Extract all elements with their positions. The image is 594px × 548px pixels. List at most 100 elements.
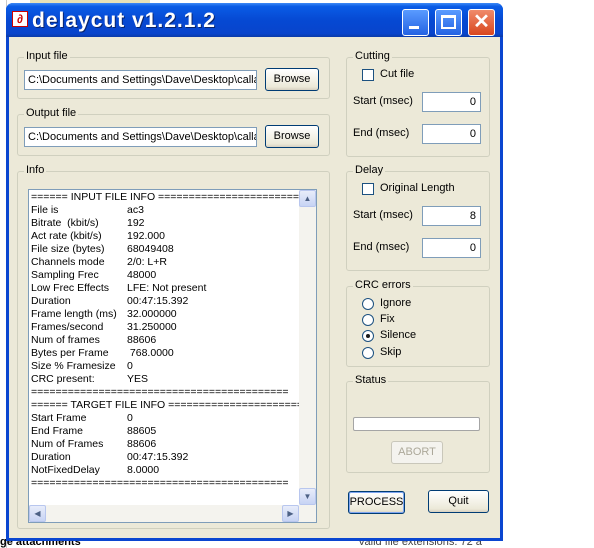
info-line-value: 00:47:15.392 xyxy=(127,295,189,307)
dialog-client-area: Input file C:\Documents and Settings\Dav… xyxy=(9,37,500,538)
info-lines: ====== INPUT FILE INFO =================… xyxy=(31,191,299,490)
abort-button[interactable]: ABORT xyxy=(391,441,443,464)
delay-start-input[interactable]: 8 xyxy=(422,206,481,226)
delay-end-label: End (msec) xyxy=(353,241,410,253)
info-line-value: YES xyxy=(127,373,149,385)
input-browse-button[interactable]: Browse xyxy=(265,68,319,91)
cutting-start-label: Start (msec) xyxy=(353,95,413,107)
cut-file-label: Cut file xyxy=(380,68,415,80)
info-line: Size % Framesize 0 xyxy=(31,360,299,373)
background-page xyxy=(504,0,594,548)
info-line-value: 192 xyxy=(127,217,145,229)
info-line-value: LFE: Not present xyxy=(127,282,207,294)
delay-start-label: Start (msec) xyxy=(353,209,413,221)
info-line-value: 88606 xyxy=(127,334,157,346)
scroll-down-icon[interactable]: ▼ xyxy=(299,488,316,505)
info-line: File size (bytes) 68049408 xyxy=(31,243,299,256)
close-icon: ✕ xyxy=(473,11,490,33)
input-file-group: Input file C:\Documents and Settings\Dav… xyxy=(17,50,330,99)
status-group: Status ABORT xyxy=(346,374,490,473)
output-file-label: Output file xyxy=(24,107,79,119)
process-button[interactable]: PROCESS xyxy=(348,491,405,514)
info-line-key: Frame length (ms) xyxy=(31,308,117,320)
info-line-value: 8.0000 xyxy=(127,464,160,476)
cutting-group: Cutting Cut file Start (msec) 0 End (mse… xyxy=(346,50,490,157)
vertical-scrollbar[interactable]: ▲ ▼ xyxy=(299,190,316,505)
info-line-value: 192.000 xyxy=(127,230,165,242)
info-line: ========================================… xyxy=(31,386,299,399)
info-line-key: Frames/second xyxy=(31,321,104,333)
progress-bar xyxy=(353,417,480,431)
info-line-value: 48000 xyxy=(127,269,157,281)
info-line-value: ac3 xyxy=(127,204,144,216)
info-line-value: 0 xyxy=(127,360,133,372)
info-line-key: ====== TARGET FILE INFO ================… xyxy=(31,399,299,411)
scroll-up-icon[interactable]: ▲ xyxy=(299,190,316,207)
crc-skip-label: Skip xyxy=(380,346,402,358)
info-textbox[interactable]: ====== INPUT FILE INFO =================… xyxy=(28,189,317,523)
info-line: Start Frame 0 xyxy=(31,412,299,425)
original-length-label: Original Length xyxy=(380,182,455,194)
info-line: Low Frec Effects LFE: Not present xyxy=(31,282,299,295)
crc-errors-label: CRC errors xyxy=(353,279,413,291)
crc-ignore-radio[interactable] xyxy=(362,298,374,310)
info-line-key: Low Frec Effects xyxy=(31,282,110,294)
info-line: ====== TARGET FILE INFO ================… xyxy=(31,399,299,412)
scroll-left-icon[interactable]: ◀ xyxy=(29,505,46,522)
info-line-key: Duration xyxy=(31,451,71,463)
delay-end-input[interactable]: 0 xyxy=(422,238,481,258)
app-icon: ∂ xyxy=(12,11,28,27)
cutting-end-input[interactable]: 0 xyxy=(422,124,481,144)
cutting-start-input[interactable]: 0 xyxy=(422,92,481,112)
info-line: Num of Frames 88606 xyxy=(31,438,299,451)
output-browse-button[interactable]: Browse xyxy=(265,125,319,148)
info-line-key: Start Frame xyxy=(31,412,87,424)
crc-silence-label: Silence xyxy=(380,329,417,341)
info-line: ====== INPUT FILE INFO =================… xyxy=(31,191,299,204)
info-line: Num of frames 88606 xyxy=(31,334,299,347)
quit-button[interactable]: Quit xyxy=(428,490,489,513)
crc-silence-radio[interactable] xyxy=(362,330,374,342)
info-line-key: ========================================… xyxy=(31,477,289,489)
cutting-end-label: End (msec) xyxy=(353,127,410,139)
info-line: ========================================… xyxy=(31,477,299,490)
info-line: Sampling Frec 48000 xyxy=(31,269,299,282)
delaycut-window: ∂ delaycut v1.2.1.2 ✕ Input file C:\Docu… xyxy=(6,3,503,541)
info-line-key: Bitrate (kbit/s) xyxy=(31,217,99,229)
info-line-value: 768.0000 xyxy=(127,347,174,359)
output-file-group: Output file C:\Documents and Settings\Da… xyxy=(17,107,330,156)
info-line-key: Act rate (kbit/s) xyxy=(31,230,102,242)
info-line-value: 32.000000 xyxy=(127,308,177,320)
output-file-field[interactable]: C:\Documents and Settings\Dave\Desktop\c… xyxy=(24,127,257,147)
crc-ignore-label: Ignore xyxy=(380,297,412,309)
original-length-checkbox[interactable] xyxy=(362,183,374,195)
info-line: Duration 00:47:15.392 xyxy=(31,295,299,308)
crc-fix-radio[interactable] xyxy=(362,314,374,326)
close-button[interactable]: ✕ xyxy=(468,9,495,36)
input-file-label: Input file xyxy=(24,50,70,62)
horizontal-scrollbar[interactable]: ◀ ▶ xyxy=(29,505,316,522)
info-group: Info ====== INPUT FILE INFO ============… xyxy=(17,164,330,529)
crc-errors-group: CRC errors Ignore Fix Silence Skip xyxy=(346,279,490,367)
info-line: Duration 00:47:15.392 xyxy=(31,451,299,464)
info-line: Frames/second 31.250000 xyxy=(31,321,299,334)
info-line: Channels mode 2/0: L+R xyxy=(31,256,299,269)
scroll-right-icon[interactable]: ▶ xyxy=(282,505,299,522)
cut-file-checkbox[interactable] xyxy=(362,69,374,81)
crc-fix-label: Fix xyxy=(380,313,395,325)
window-title: delaycut v1.2.1.2 xyxy=(32,9,216,32)
info-line-key: File is xyxy=(31,204,59,216)
crc-skip-radio[interactable] xyxy=(362,347,374,359)
info-line-key: ========================================… xyxy=(31,386,289,398)
info-line-value: 88606 xyxy=(127,438,157,450)
info-label: Info xyxy=(24,164,47,176)
info-line-value: 2/0: L+R xyxy=(127,256,167,268)
maximize-button[interactable] xyxy=(435,9,462,36)
title-bar[interactable]: ∂ delaycut v1.2.1.2 ✕ xyxy=(6,3,503,37)
minimize-button[interactable] xyxy=(402,9,429,36)
input-file-field[interactable]: C:\Documents and Settings\Dave\Desktop\c… xyxy=(24,70,257,90)
minimize-icon xyxy=(409,26,419,29)
info-line-key: Duration xyxy=(31,295,71,307)
info-line: Bytes per Frame 768.0000 xyxy=(31,347,299,360)
info-line-key: Channels mode xyxy=(31,256,105,268)
